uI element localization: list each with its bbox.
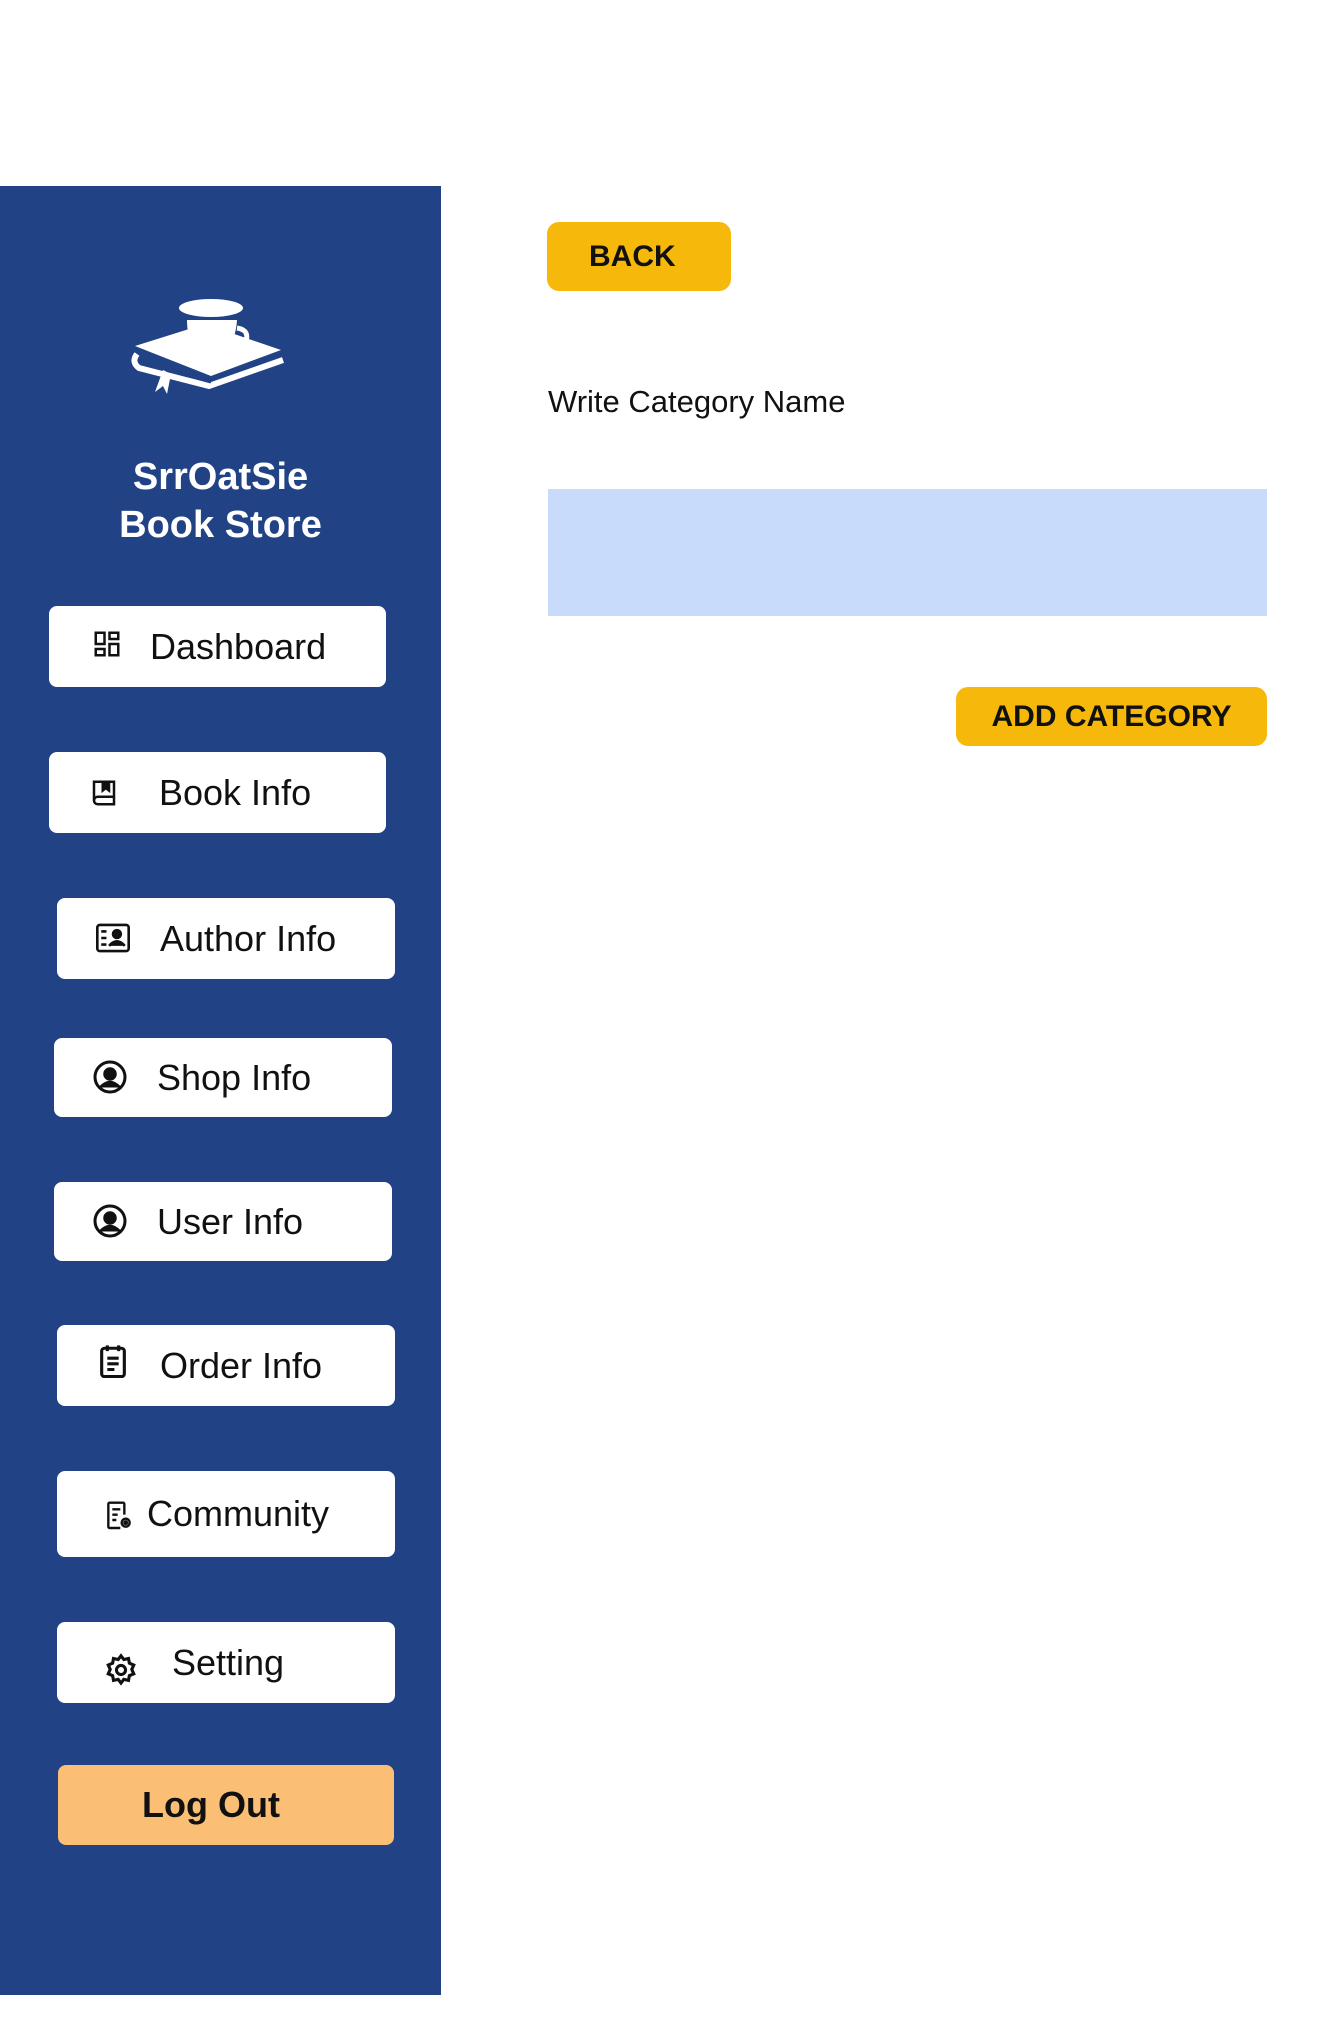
- add-category-label: ADD CATEGORY: [991, 699, 1232, 733]
- book-cup-icon: [127, 290, 287, 405]
- dashboard-icon: [89, 626, 125, 662]
- book-icon: [86, 775, 122, 811]
- brand-line-1: SrrOatSie: [132, 456, 309, 498]
- sidebar-item-book-info[interactable]: Book Info: [49, 752, 386, 833]
- brand-line-2: Book Store: [119, 504, 322, 546]
- gear-icon: [103, 1652, 139, 1688]
- sidebar-item-author-info[interactable]: Author Info: [57, 898, 395, 979]
- document-settings-icon: [101, 1498, 137, 1534]
- sidebar-item-order-info[interactable]: Order Info: [57, 1325, 395, 1406]
- logout-label: Log Out: [142, 1784, 280, 1825]
- sidebar-item-setting[interactable]: Setting: [57, 1622, 395, 1703]
- back-button[interactable]: BACK: [547, 222, 731, 291]
- sidebar-item-dashboard[interactable]: Dashboard: [49, 606, 386, 687]
- brand-name: SrrOatSie Book Store: [0, 453, 441, 549]
- sidebar-item-label: Order Info: [160, 1344, 323, 1386]
- add-category-button[interactable]: ADD CATEGORY: [956, 687, 1267, 746]
- sidebar-item-label: Setting: [172, 1641, 285, 1683]
- sidebar-item-label: Dashboard: [150, 625, 327, 667]
- sidebar-item-community[interactable]: Community: [57, 1471, 395, 1557]
- user-circle-icon: [92, 1059, 128, 1095]
- sidebar-item-label: Community: [147, 1493, 330, 1534]
- clipboard-icon: [95, 1343, 131, 1379]
- category-name-input[interactable]: [548, 489, 1267, 616]
- sidebar-item-label: User Info: [157, 1200, 304, 1242]
- sidebar-item-label: Shop Info: [157, 1056, 312, 1098]
- sidebar-item-user-info[interactable]: User Info: [54, 1182, 392, 1261]
- back-label: BACK: [589, 239, 676, 273]
- contact-card-icon: [95, 920, 131, 956]
- sidebar-item-shop-info[interactable]: Shop Info: [54, 1038, 392, 1117]
- sidebar-item-label: Author Info: [160, 917, 337, 959]
- logout-button[interactable]: Log Out: [58, 1765, 394, 1845]
- user-circle-icon: [92, 1203, 128, 1239]
- category-name-label: Write Category Name: [548, 384, 846, 419]
- sidebar-item-label: Book Info: [159, 771, 312, 813]
